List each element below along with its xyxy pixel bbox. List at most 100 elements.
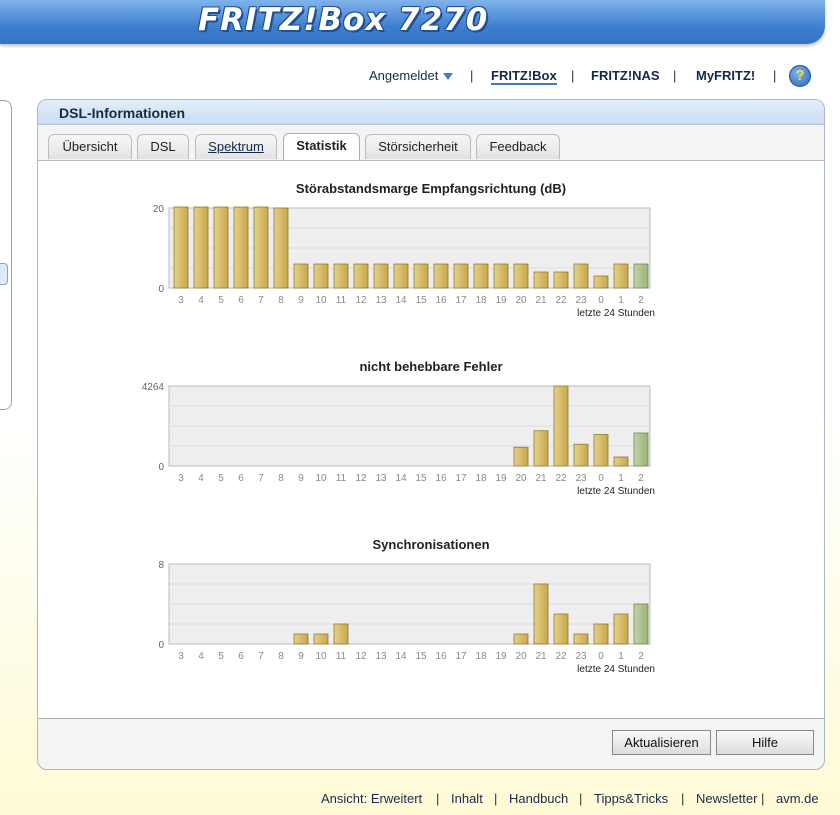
x-tick-label: 0 bbox=[598, 473, 604, 484]
x-tick-label: 17 bbox=[455, 295, 467, 306]
x-tick-label: 21 bbox=[535, 295, 547, 306]
bar bbox=[293, 633, 309, 645]
tab-label: Übersicht bbox=[62, 139, 118, 154]
x-tick-label: 7 bbox=[258, 295, 264, 306]
tab-label: Statistik bbox=[296, 138, 347, 153]
x-tick-label: 5 bbox=[218, 473, 224, 484]
x-tick-label: 11 bbox=[336, 473, 347, 484]
login-status-menu[interactable]: Angemeldet bbox=[369, 68, 454, 83]
x-tick-label: 3 bbox=[178, 651, 184, 662]
x-tick-label: 19 bbox=[495, 651, 507, 662]
x-tick-label: 1 bbox=[618, 295, 624, 306]
snr-margin-chart: 0203 4 5 6 7 8 9 10 11 12 13 14 15 16 17 18 19 20 21 22 23 0 1… bbox=[153, 205, 655, 319]
nav-myfritz[interactable]: MyFRITZ! bbox=[696, 68, 755, 83]
bar bbox=[313, 633, 329, 645]
bar bbox=[193, 206, 209, 289]
bar bbox=[353, 263, 369, 289]
bar bbox=[573, 443, 589, 467]
x-tick-label: 13 bbox=[375, 473, 387, 484]
footer-separator: | bbox=[494, 791, 498, 806]
nav-fritzbox[interactable]: FRITZ!Box bbox=[491, 68, 557, 85]
bar bbox=[453, 263, 469, 289]
tab-label: DSL bbox=[150, 139, 176, 154]
x-tick-label: 8 bbox=[278, 651, 284, 662]
bar bbox=[333, 623, 349, 645]
nav-separator: | bbox=[571, 68, 575, 83]
x-tick-label: 20 bbox=[515, 651, 527, 662]
footer-tipps[interactable]: Tipps&Tricks bbox=[594, 791, 668, 806]
x-tick-label: 4 bbox=[198, 295, 204, 306]
chart-title-syncs: Synchronisationen bbox=[372, 537, 490, 552]
tab-spektrum[interactable]: Spektrum bbox=[195, 134, 277, 159]
panel-title: DSL-Informationen bbox=[38, 100, 824, 125]
chevron-down-icon bbox=[443, 73, 454, 81]
bar bbox=[553, 385, 569, 467]
tab-feedback[interactable]: Feedback bbox=[476, 134, 560, 159]
footer-view-mode[interactable]: Ansicht: Erweitert bbox=[321, 791, 422, 806]
footer-avm[interactable]: avm.de bbox=[776, 791, 819, 806]
login-status-label: Angemeldet bbox=[369, 68, 439, 83]
nav-fritznas[interactable]: FRITZ!NAS bbox=[591, 68, 660, 83]
footer-newsletter[interactable]: Newsletter bbox=[696, 791, 757, 806]
bar bbox=[613, 456, 629, 467]
x-tick-label: 22 bbox=[555, 473, 567, 484]
bar bbox=[493, 263, 509, 289]
footer-separator: | bbox=[761, 791, 765, 806]
x-tick-label: 5 bbox=[218, 651, 224, 662]
tab-dsl[interactable]: DSL bbox=[137, 134, 189, 159]
statistik-content: Störabstandsmarge Empfangsrichtung (dB) … bbox=[38, 160, 824, 719]
y-tick-label: 0 bbox=[158, 284, 164, 295]
x-tick-label: 23 bbox=[575, 473, 587, 484]
help-icon[interactable]: ? bbox=[789, 65, 811, 87]
bar bbox=[533, 271, 549, 289]
x-tick-label: 1 bbox=[618, 473, 624, 484]
dsl-info-panel: DSL-Informationen Übersicht DSL Spektrum… bbox=[37, 99, 825, 770]
x-tick-label: 18 bbox=[475, 651, 487, 662]
x-tick-label: 18 bbox=[475, 473, 487, 484]
x-tick-label: 21 bbox=[535, 473, 547, 484]
bar bbox=[213, 206, 229, 289]
bar bbox=[393, 263, 409, 289]
bar bbox=[553, 271, 569, 289]
side-menu-panel bbox=[0, 100, 12, 410]
tab-statistik[interactable]: Statistik bbox=[283, 133, 360, 160]
x-tick-label: 2 bbox=[638, 295, 644, 306]
x-tick-label: 11 bbox=[336, 651, 347, 662]
x-tick-label: 12 bbox=[355, 473, 367, 484]
x-tick-label: 9 bbox=[298, 295, 304, 306]
x-tick-label: 6 bbox=[238, 295, 244, 306]
refresh-button[interactable]: Aktualisieren bbox=[612, 730, 711, 755]
bar bbox=[313, 263, 329, 289]
bar bbox=[633, 263, 649, 289]
bar bbox=[633, 603, 649, 645]
x-tick-label: 14 bbox=[395, 473, 407, 484]
nav-separator: | bbox=[470, 68, 474, 83]
x-tick-label: 13 bbox=[375, 651, 387, 662]
bar bbox=[613, 263, 629, 289]
nav-separator: | bbox=[773, 68, 777, 83]
x-tick-label: 23 bbox=[575, 295, 587, 306]
bar bbox=[593, 623, 609, 645]
bar bbox=[233, 206, 249, 289]
x-tick-label: 0 bbox=[598, 295, 604, 306]
side-menu-handle[interactable] bbox=[0, 263, 8, 285]
x-tick-label: 9 bbox=[298, 651, 304, 662]
x-tick-label: 11 bbox=[336, 295, 347, 306]
footer-handbuch[interactable]: Handbuch bbox=[509, 791, 568, 806]
y-tick-label: 20 bbox=[153, 205, 165, 215]
x-axis-label: letzte 24 Stunden bbox=[577, 664, 655, 675]
bar bbox=[593, 275, 609, 289]
bar bbox=[533, 583, 549, 645]
bar bbox=[513, 446, 529, 467]
bar bbox=[273, 207, 289, 289]
x-tick-label: 4 bbox=[198, 473, 204, 484]
tab-uebersicht[interactable]: Übersicht bbox=[48, 134, 132, 159]
x-tick-label: 17 bbox=[455, 651, 467, 662]
x-tick-label: 7 bbox=[258, 651, 264, 662]
x-tick-label: 18 bbox=[475, 295, 487, 306]
x-tick-label: 22 bbox=[555, 295, 567, 306]
help-button[interactable]: Hilfe bbox=[716, 730, 814, 755]
footer-inhalt[interactable]: Inhalt bbox=[451, 791, 483, 806]
x-tick-label: 14 bbox=[395, 295, 407, 306]
tab-stoersicherheit[interactable]: Störsicherheit bbox=[365, 134, 471, 159]
